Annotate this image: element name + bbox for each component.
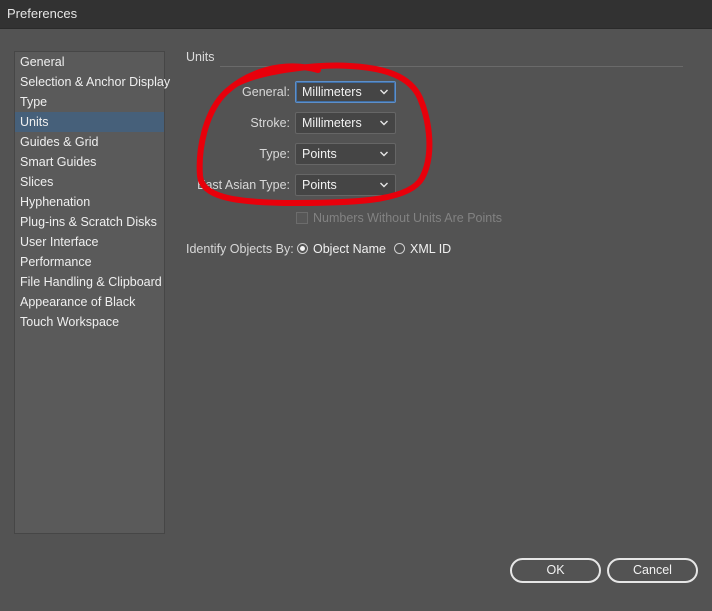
sidebar-item-slices[interactable]: Slices [15,172,164,192]
sidebar-item-general[interactable]: General [15,52,164,72]
east-asian-type-units-value: Points [302,178,337,192]
section-divider [220,66,683,67]
window-title: Preferences [7,6,78,21]
sidebar-item-type[interactable]: Type [15,92,164,112]
identify-objects-label: Identify Objects By: [186,242,294,256]
numbers-without-units-checkbox [296,212,308,224]
sidebar-item-file-handling-clipboard[interactable]: File Handling & Clipboard [15,272,164,292]
stroke-units-select[interactable]: Millimeters [295,112,396,134]
xml-id-label[interactable]: XML ID [410,242,451,256]
sidebar-item-smart-guides[interactable]: Smart Guides [15,152,164,172]
radio-selected-dot [300,246,305,251]
sidebar-item-guides-grid[interactable]: Guides & Grid [15,132,164,152]
stroke-units-label: Stroke: [250,116,290,130]
units-section-title: Units [186,50,215,64]
ok-button[interactable]: OK [510,558,601,583]
sidebar-item-selection-anchor-display[interactable]: Selection & Anchor Display [15,72,170,92]
general-units-value: Millimeters [302,85,362,99]
chevron-down-icon [380,151,388,157]
type-units-value: Points [302,147,337,161]
object-name-label[interactable]: Object Name [313,242,386,256]
preferences-sidebar: General Selection & Anchor Display Type … [14,51,170,534]
stroke-units-value: Millimeters [302,116,362,130]
chevron-down-icon [380,89,388,95]
title-bar: Preferences [0,0,712,29]
sidebar-item-touch-workspace[interactable]: Touch Workspace [15,312,164,332]
general-units-label: General: [242,85,290,99]
sidebar-item-units[interactable]: Units [15,112,164,132]
east-asian-type-units-select[interactable]: Points [295,174,396,196]
sidebar-item-appearance-of-black[interactable]: Appearance of Black [15,292,164,312]
xml-id-radio[interactable] [394,243,405,254]
type-units-label: Type: [259,147,290,161]
sidebar-item-plugins-scratch-disks[interactable]: Plug-ins & Scratch Disks [15,212,164,232]
sidebar-item-performance[interactable]: Performance [15,252,164,272]
sidebar-item-user-interface[interactable]: User Interface [15,232,164,252]
cancel-button[interactable]: Cancel [607,558,698,583]
numbers-without-units-label: Numbers Without Units Are Points [313,211,502,225]
type-units-select[interactable]: Points [295,143,396,165]
chevron-down-icon [380,182,388,188]
object-name-radio[interactable] [297,243,308,254]
sidebar-item-hyphenation[interactable]: Hyphenation [15,192,164,212]
east-asian-type-units-label: East Asian Type: [197,178,290,192]
chevron-down-icon [380,120,388,126]
general-units-select[interactable]: Millimeters [295,81,396,103]
